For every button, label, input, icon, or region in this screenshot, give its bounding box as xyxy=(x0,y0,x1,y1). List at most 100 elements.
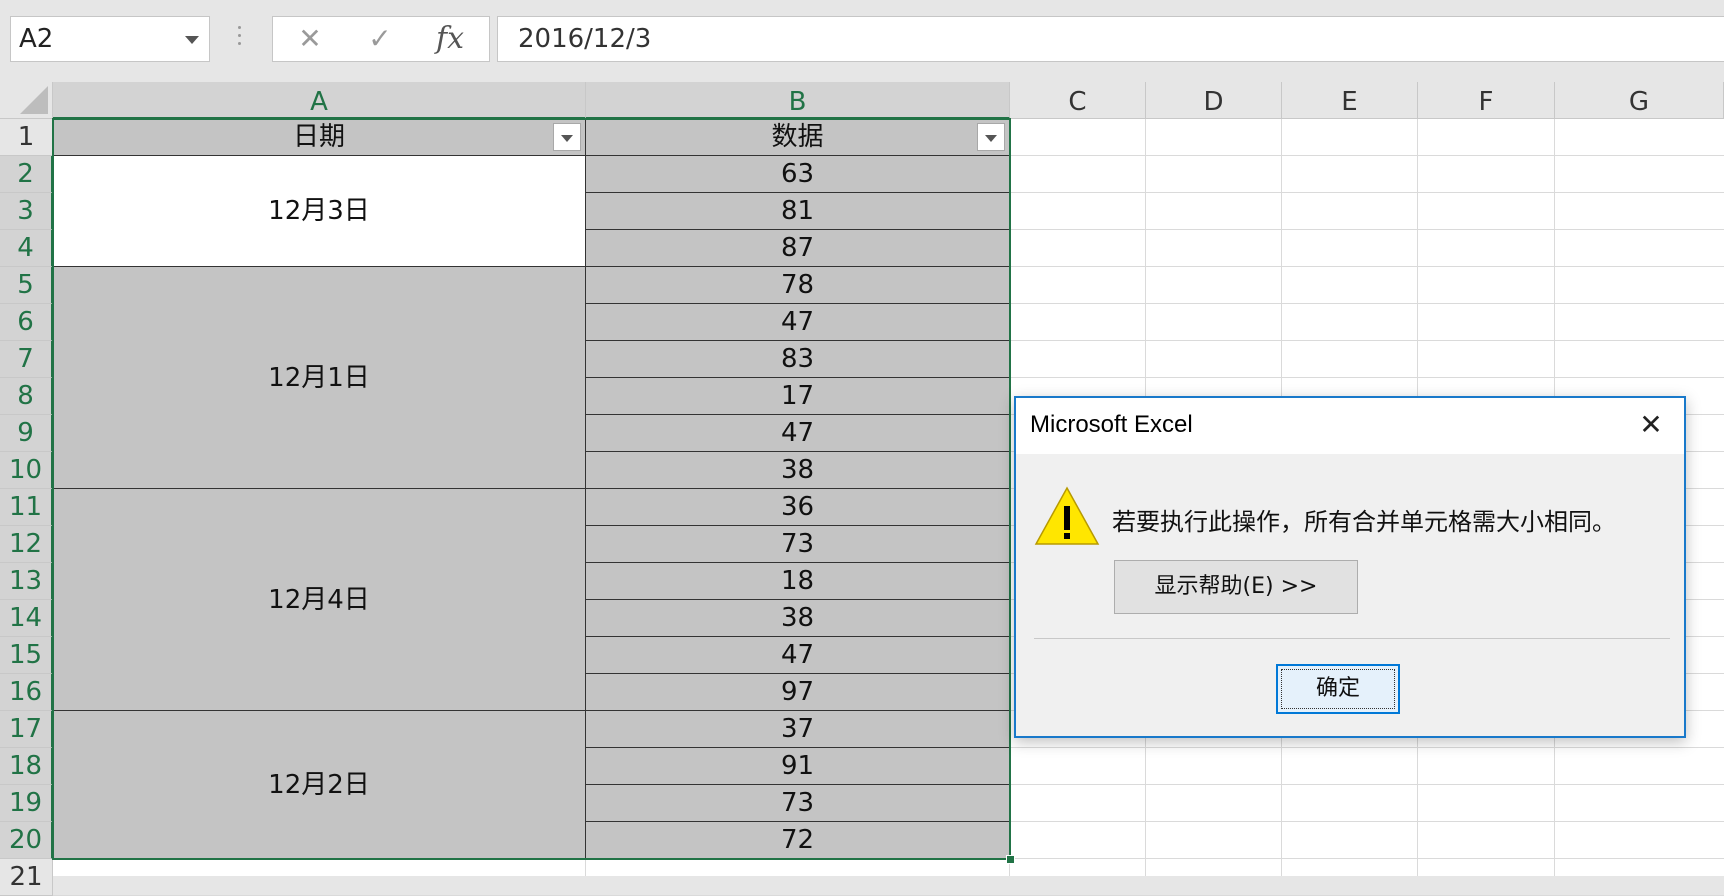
merged-date-cell-text: 12月1日 xyxy=(268,363,370,393)
merged-date-cell-text: 12月2日 xyxy=(268,770,370,800)
row-header-10[interactable]: 10 xyxy=(0,452,53,489)
name-box[interactable]: A2 xyxy=(10,16,210,62)
column-header-b[interactable]: B xyxy=(586,82,1010,119)
data-cell[interactable]: 87 xyxy=(586,230,1010,267)
data-cell[interactable]: 18 xyxy=(586,563,1010,600)
data-cell-text: 73 xyxy=(780,529,815,559)
header-cell-date-text: 日期 xyxy=(292,122,345,152)
warning-icon xyxy=(1034,486,1100,550)
chevron-down-icon[interactable] xyxy=(185,36,199,44)
merged-date-cell[interactable]: 12月3日 xyxy=(53,156,586,267)
dialog-message: 若要执行此操作，所有合并单元格需大小相同。 xyxy=(1112,508,1616,536)
row-header-12[interactable]: 12 xyxy=(0,526,53,563)
row-header-2[interactable]: 2 xyxy=(0,156,53,193)
row-header-4[interactable]: 4 xyxy=(0,230,53,267)
error-dialog: Microsoft Excel ✕ 若要执行此操作，所有合并单元格需大小相同。 … xyxy=(1014,396,1686,738)
data-cell[interactable]: 73 xyxy=(586,785,1010,822)
row-header-11[interactable]: 11 xyxy=(0,489,53,526)
data-cell-text: 81 xyxy=(780,196,815,226)
data-cell[interactable]: 36 xyxy=(586,489,1010,526)
data-cell[interactable]: 72 xyxy=(586,822,1010,859)
column-header-g[interactable]: G xyxy=(1555,82,1724,119)
data-cell-text: 47 xyxy=(780,640,815,670)
data-cell[interactable]: 78 xyxy=(586,267,1010,304)
filter-dropdown-icon[interactable] xyxy=(553,123,581,151)
data-cell-text: 17 xyxy=(780,381,815,411)
column-header-c[interactable]: C xyxy=(1010,82,1146,119)
row-header-3[interactable]: 3 xyxy=(0,193,53,230)
formula-bar-grip-icon[interactable] xyxy=(236,26,242,52)
data-cell[interactable]: 38 xyxy=(586,452,1010,489)
insert-function-button[interactable]: fx xyxy=(425,17,475,61)
data-cell-text: 83 xyxy=(780,344,815,374)
column-header-e[interactable]: E xyxy=(1282,82,1418,119)
name-box-value: A2 xyxy=(19,24,54,54)
enter-icon[interactable]: ✓ xyxy=(355,17,405,61)
data-cell-text: 38 xyxy=(780,603,815,633)
data-cell[interactable]: 38 xyxy=(586,600,1010,637)
data-cell[interactable]: 17 xyxy=(586,378,1010,415)
row-header-21[interactable]: 21 xyxy=(0,859,53,896)
data-cell[interactable]: 37 xyxy=(586,711,1010,748)
merged-date-cell-text: 12月4日 xyxy=(268,585,370,615)
data-cell-text: 36 xyxy=(780,492,815,522)
data-cell[interactable]: 83 xyxy=(586,341,1010,378)
row-header-20[interactable]: 20 xyxy=(0,822,53,859)
dialog-title-bar[interactable]: Microsoft Excel ✕ xyxy=(1016,398,1684,454)
merged-date-cell[interactable]: 12月2日 xyxy=(53,711,586,859)
row-header-19[interactable]: 19 xyxy=(0,785,53,822)
formula-bar: A2 ✕ ✓ fx 2016/12/3 xyxy=(0,0,1724,82)
column-header-a[interactable]: A xyxy=(53,82,586,119)
data-cell[interactable]: 47 xyxy=(586,637,1010,674)
dialog-divider xyxy=(1034,638,1670,639)
data-cell-text: 38 xyxy=(780,455,815,485)
formula-input[interactable]: 2016/12/3 xyxy=(497,16,1724,62)
close-icon[interactable]: ✕ xyxy=(1636,410,1666,440)
dialog-title: Microsoft Excel xyxy=(1030,411,1193,438)
row-header-18[interactable]: 18 xyxy=(0,748,53,785)
data-cell[interactable]: 81 xyxy=(586,193,1010,230)
data-cell-text: 78 xyxy=(780,270,815,300)
data-cell-text: 37 xyxy=(780,714,815,744)
column-header-f[interactable]: F xyxy=(1418,82,1555,119)
row-header-14[interactable]: 14 xyxy=(0,600,53,637)
filter-dropdown-icon[interactable] xyxy=(977,123,1005,151)
data-cell-text: 18 xyxy=(780,566,815,596)
cancel-icon[interactable]: ✕ xyxy=(285,17,335,61)
merged-date-cell[interactable]: 12月4日 xyxy=(53,489,586,711)
data-cell-text: 63 xyxy=(780,159,815,189)
data-cell-text: 47 xyxy=(780,307,815,337)
data-cell-text: 87 xyxy=(780,233,815,263)
merged-date-cell[interactable]: 12月1日 xyxy=(53,267,586,489)
row-header-15[interactable]: 15 xyxy=(0,637,53,674)
row-header-8[interactable]: 8 xyxy=(0,378,53,415)
data-cell-text: 97 xyxy=(780,677,815,707)
column-header-d[interactable]: D xyxy=(1146,82,1282,119)
data-cell-text: 91 xyxy=(780,751,815,781)
row-header-9[interactable]: 9 xyxy=(0,415,53,452)
select-all-button[interactable] xyxy=(0,82,53,119)
fill-handle[interactable] xyxy=(1006,855,1015,864)
row-header-5[interactable]: 5 xyxy=(0,267,53,304)
merged-date-cell-text: 12月3日 xyxy=(268,196,370,226)
ok-button[interactable]: 确定 xyxy=(1276,664,1400,714)
header-cell-data[interactable]: 数据 xyxy=(586,119,1010,156)
row-header-17[interactable]: 17 xyxy=(0,711,53,748)
data-cell[interactable]: 63 xyxy=(586,156,1010,193)
row-header-7[interactable]: 7 xyxy=(0,341,53,378)
formula-bar-buttons: ✕ ✓ fx xyxy=(272,16,490,62)
data-cell[interactable]: 91 xyxy=(586,748,1010,785)
data-cell[interactable]: 47 xyxy=(586,415,1010,452)
data-cell[interactable]: 73 xyxy=(586,526,1010,563)
data-cell-text: 47 xyxy=(780,418,815,448)
data-cell-text: 72 xyxy=(780,825,815,855)
row-header-16[interactable]: 16 xyxy=(0,674,53,711)
data-cell[interactable]: 47 xyxy=(586,304,1010,341)
row-header-13[interactable]: 13 xyxy=(0,563,53,600)
header-cell-data-text: 数据 xyxy=(771,122,824,152)
data-cell[interactable]: 97 xyxy=(586,674,1010,711)
show-help-button[interactable]: 显示帮助(E) >> xyxy=(1114,560,1358,614)
row-header-6[interactable]: 6 xyxy=(0,304,53,341)
row-header-1[interactable]: 1 xyxy=(0,119,53,156)
header-cell-date[interactable]: 日期 xyxy=(53,119,586,156)
